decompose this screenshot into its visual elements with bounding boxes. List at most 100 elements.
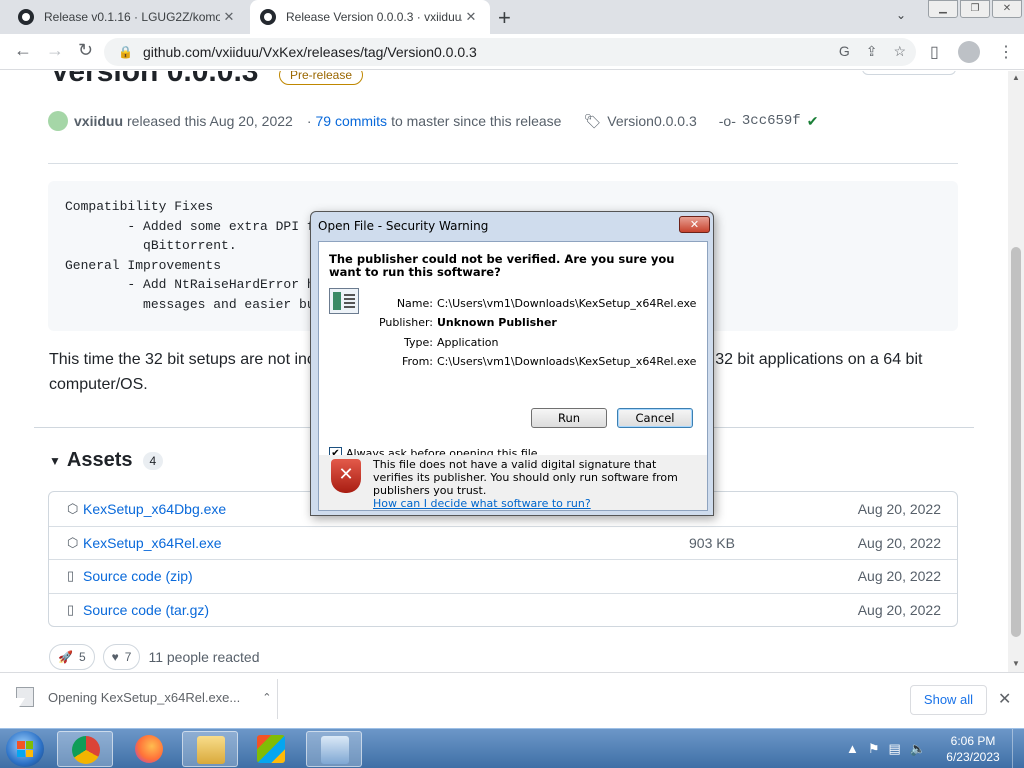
reactions-bar: 🚀 5 ♥ 7 11 people reacted: [49, 644, 260, 670]
asset-link[interactable]: Source code (tar.gz): [83, 602, 209, 618]
commits-suffix: to master since this release: [391, 113, 562, 129]
commit-icon: -o-: [718, 113, 736, 129]
google-icon[interactable]: G: [839, 43, 850, 60]
volume-icon[interactable]: 🔈: [910, 741, 926, 757]
asset-row: ▯ Source code (tar.gz) Aug 20, 2022: [49, 592, 957, 627]
run-button[interactable]: Run: [531, 408, 607, 428]
release-title: Version 0.0.0.3: [50, 71, 259, 88]
mouse-cursor-icon: [14, 698, 26, 718]
field-label: From:: [402, 355, 433, 368]
folder-icon: [197, 736, 225, 764]
dialog-question: The publisher could not be verified. Are…: [329, 252, 675, 279]
scroll-down-arrow-icon[interactable]: ▼: [1012, 659, 1020, 668]
taskbar-control-panel[interactable]: [306, 731, 362, 767]
cancel-button[interactable]: Cancel: [617, 408, 693, 428]
reactions-summary: 11 people reacted: [148, 649, 260, 665]
file-zip-icon: ▯: [67, 568, 75, 584]
assets-title: Assets: [66, 449, 133, 471]
asset-link[interactable]: Source code (zip): [83, 568, 193, 584]
url-text: github.com/vxiiduu/VxKex/releases/tag/Ve…: [142, 44, 477, 60]
tab-strip: Release v0.1.16 · LGUG2Z/komorebi ✕ Rele…: [0, 0, 1024, 34]
tray-expand-icon[interactable]: ▲: [846, 741, 859, 757]
assets-heading[interactable]: ▼ Assets 4: [49, 449, 164, 472]
dialog-warning: This file does not have a valid digital …: [373, 458, 698, 510]
tab-title: Release v0.1.16 · LGUG2Z/komorebi: [44, 10, 220, 24]
field-value: C:\Users\vm1\Downloads\KexSetup_x64Rel.e…: [437, 355, 697, 368]
close-tab-icon[interactable]: ✕: [220, 9, 238, 25]
bookmark-star-icon[interactable]: ☆: [893, 43, 906, 60]
package-icon: ⬡: [67, 534, 79, 550]
field-label: Publisher:: [378, 316, 433, 329]
side-panel-icon[interactable]: ▯: [930, 42, 939, 62]
profile-avatar[interactable]: [958, 41, 980, 63]
show-desktop-button[interactable]: [1012, 729, 1024, 768]
address-bar[interactable]: 🔒 github.com/vxiiduu/VxKex/releases/tag/…: [104, 38, 916, 66]
asset-row: ▯ Source code (zip) Aug 20, 2022: [49, 559, 957, 593]
new-tab-button[interactable]: +: [498, 5, 511, 31]
forward-button[interactable]: →: [46, 40, 64, 61]
window-app-icon: [321, 736, 349, 764]
application-icon: [329, 288, 359, 314]
file-zip-icon: ▯: [67, 601, 75, 617]
asset-row: ⬡ KexSetup_x64Rel.exe 903 KB Aug 20, 202…: [49, 525, 957, 560]
browser-tab-active[interactable]: Release Version 0.0.0.3 · vxiiduu/VxKex …: [250, 0, 490, 34]
scrollbar-thumb[interactable]: [1011, 247, 1021, 637]
commit-hash[interactable]: 3cc659f: [742, 113, 801, 129]
tab-search-icon[interactable]: ⌄: [896, 8, 906, 22]
heart-icon: ♥: [111, 650, 119, 664]
asset-link[interactable]: KexSetup_x64Dbg.exe: [83, 501, 226, 517]
clock-date: 6/23/2023: [946, 750, 1000, 764]
prerelease-badge: Pre-release: [279, 71, 364, 85]
download-item[interactable]: Opening KexSetup_x64Rel.exe... ⌃: [16, 687, 271, 707]
reload-button[interactable]: ↻: [78, 40, 93, 61]
close-tab-icon[interactable]: ✕: [462, 9, 480, 25]
field-value: C:\Users\vm1\Downloads\KexSetup_x64Rel.e…: [437, 297, 697, 310]
assets-count-badge: 4: [142, 451, 164, 470]
taskbar-store[interactable]: [243, 731, 299, 767]
download-bar: Opening KexSetup_x64Rel.exe... ⌃ Show al…: [0, 672, 1024, 728]
scroll-up-arrow-icon[interactable]: ▲: [1012, 73, 1020, 82]
browser-tab[interactable]: Release v0.1.16 · LGUG2Z/komorebi ✕: [8, 0, 248, 34]
window-close-button[interactable]: ✕: [992, 0, 1022, 18]
commits-link[interactable]: 79 commits: [315, 113, 387, 129]
windows-logo-icon: [17, 741, 33, 757]
close-icon[interactable]: ✕: [998, 689, 1011, 709]
browser-toolbar: ← → ↻ 🔒 github.com/vxiiduu/VxKex/release…: [0, 34, 1024, 70]
lock-icon[interactable]: 🔒: [118, 45, 133, 59]
taskbar-chrome[interactable]: [57, 731, 113, 767]
menu-kebab-icon[interactable]: ⋮: [998, 42, 1014, 62]
back-button[interactable]: ←: [14, 40, 32, 61]
author-link[interactable]: vxiiduu: [74, 113, 123, 129]
minimize-button[interactable]: ▁: [928, 0, 958, 18]
github-icon: [18, 9, 34, 25]
verified-check-icon[interactable]: ✔: [807, 113, 819, 130]
share-icon[interactable]: ⇪: [866, 43, 878, 60]
field-value: Unknown Publisher: [437, 316, 557, 329]
help-link[interactable]: How can I decide what software to run?: [373, 497, 591, 510]
dialog-close-button[interactable]: ✕: [679, 216, 710, 233]
maximize-button[interactable]: ❐: [960, 0, 990, 18]
system-clock[interactable]: 6:06 PM 6/23/2023: [940, 733, 1006, 765]
field-label: Name:: [396, 297, 433, 310]
flag-icon[interactable]: ⚑: [868, 741, 880, 757]
author-avatar[interactable]: [48, 111, 68, 131]
reaction-heart-button[interactable]: ♥ 7: [102, 644, 141, 670]
taskbar-explorer[interactable]: [182, 731, 238, 767]
page-scrollbar[interactable]: ▲ ▼: [1008, 71, 1024, 672]
tag-link[interactable]: Version0.0.0.3: [607, 113, 697, 129]
released-date: released this Aug 20, 2022: [127, 113, 293, 129]
start-button[interactable]: [6, 731, 44, 767]
edit-button[interactable]: [862, 71, 956, 75]
firefox-icon: [135, 735, 163, 763]
reaction-rocket-button[interactable]: 🚀 5: [49, 644, 95, 670]
asset-link[interactable]: KexSetup_x64Rel.exe: [83, 535, 222, 551]
caret-down-icon: ▼: [49, 453, 61, 468]
taskbar-firefox[interactable]: [121, 731, 177, 767]
network-icon[interactable]: ▤: [889, 741, 901, 757]
field-label: Type:: [404, 336, 433, 349]
download-status: Opening KexSetup_x64Rel.exe...: [48, 689, 241, 705]
asset-date: Aug 20, 2022: [857, 568, 941, 585]
show-all-button[interactable]: Show all: [910, 685, 987, 715]
chevron-up-icon[interactable]: ⌃: [262, 691, 271, 704]
release-meta: vxiiduu released this Aug 20, 2022 · 79 …: [48, 111, 818, 131]
